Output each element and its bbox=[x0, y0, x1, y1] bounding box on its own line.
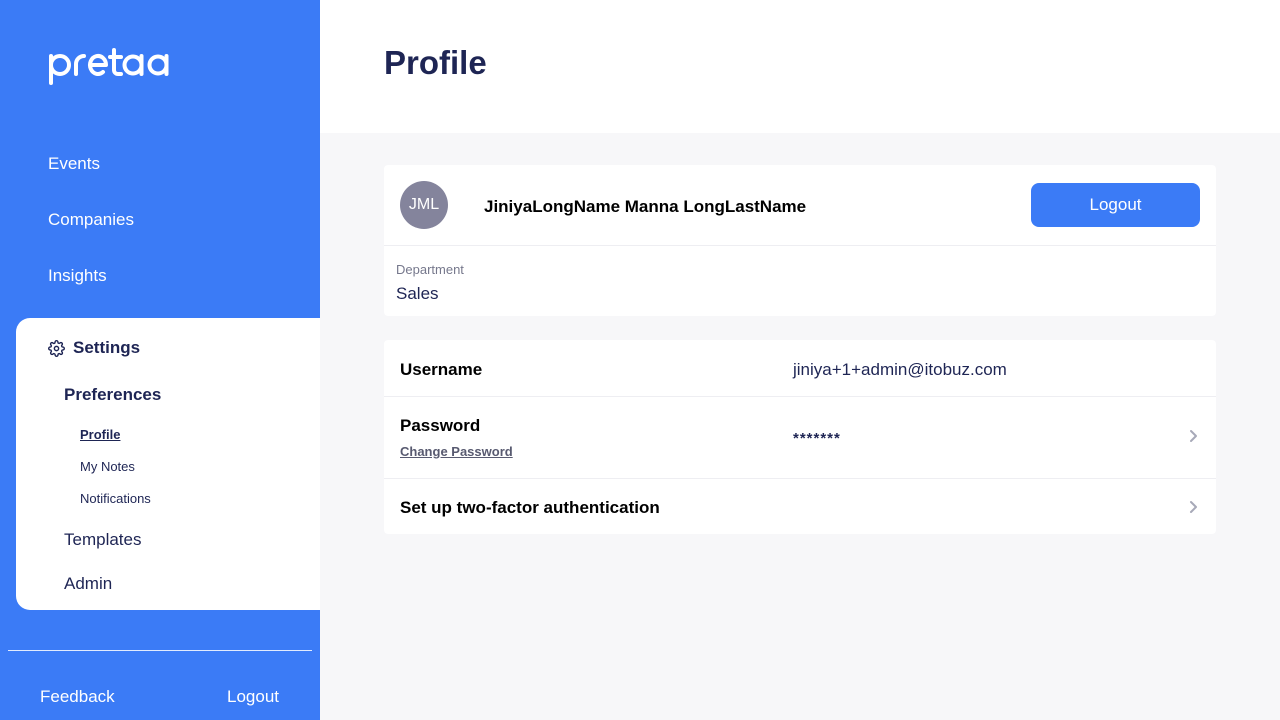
department-value: Sales bbox=[396, 284, 439, 303]
chevron-right-icon bbox=[1187, 500, 1199, 514]
avatar: JML bbox=[400, 181, 448, 229]
gear-icon bbox=[48, 339, 65, 357]
nav-item-admin[interactable]: Admin bbox=[64, 574, 112, 594]
card-divider bbox=[384, 245, 1216, 246]
settings-panel: Settings Preferences Profile My Notes No… bbox=[16, 318, 320, 610]
page-header: Profile bbox=[320, 0, 1280, 133]
sidebar-divider bbox=[8, 650, 312, 651]
logout-button[interactable]: Logout bbox=[1031, 183, 1200, 227]
subnav-item-notifications[interactable]: Notifications bbox=[80, 491, 151, 506]
password-label: Password bbox=[400, 416, 481, 435]
page-title: Profile bbox=[384, 44, 487, 81]
user-full-name: JiniyaLongName Manna LongLastName bbox=[484, 197, 807, 216]
nav-item-preferences[interactable]: Preferences bbox=[64, 385, 161, 405]
nav-item-insights[interactable]: Insights bbox=[48, 266, 107, 286]
two-factor-label: Set up two-factor authentication bbox=[400, 498, 660, 517]
profile-card: JML JiniyaLongName Manna LongLastName Lo… bbox=[384, 165, 1216, 316]
logo-wordmark-icon bbox=[49, 48, 169, 85]
sidebar-logout-link[interactable]: Logout bbox=[227, 687, 279, 707]
password-row[interactable]: Password Change Password ******* bbox=[384, 397, 1216, 478]
nav-item-companies[interactable]: Companies bbox=[48, 210, 134, 230]
password-value: ******* bbox=[793, 430, 841, 447]
nav-item-templates[interactable]: Templates bbox=[64, 530, 141, 550]
two-factor-row[interactable]: Set up two-factor authentication bbox=[384, 479, 1216, 534]
nav-item-settings[interactable]: Settings bbox=[48, 338, 140, 358]
change-password-link[interactable]: Change Password bbox=[400, 444, 513, 459]
sidebar: Events Companies Insights Settings Prefe… bbox=[0, 0, 320, 720]
username-label: Username bbox=[400, 360, 483, 379]
settings-label: Settings bbox=[73, 338, 141, 357]
subnav-item-profile[interactable]: Profile bbox=[80, 427, 120, 442]
username-value: jiniya+1+admin@itobuz.com bbox=[793, 360, 1007, 379]
department-label: Department bbox=[396, 262, 464, 277]
nav-item-events[interactable]: Events bbox=[48, 154, 100, 174]
subnav-item-my-notes[interactable]: My Notes bbox=[80, 459, 135, 474]
account-card: Username jiniya+1+admin@itobuz.com Passw… bbox=[384, 340, 1216, 534]
chevron-right-icon bbox=[1187, 429, 1199, 443]
feedback-link[interactable]: Feedback bbox=[40, 687, 115, 707]
pretaa-logo[interactable] bbox=[48, 46, 172, 86]
